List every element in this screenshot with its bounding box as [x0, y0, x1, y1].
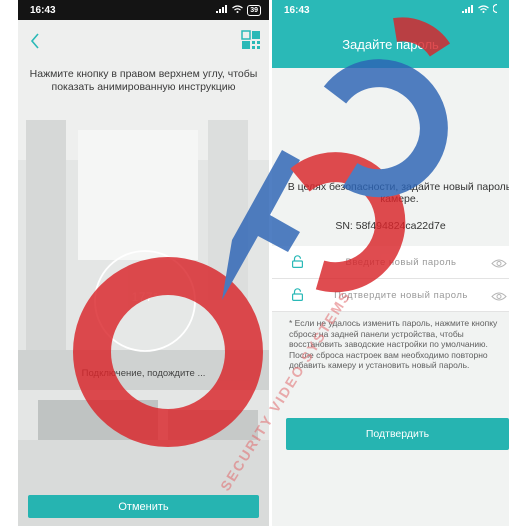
status-bar: 16:43: [272, 0, 509, 20]
progress-number: 177: [131, 290, 154, 304]
eye-icon[interactable]: [491, 289, 507, 301]
battery-icon: [492, 3, 501, 16]
progress-unit: °: [153, 290, 159, 304]
battery-icon: 39: [247, 4, 261, 16]
new-password-row: [272, 246, 509, 279]
lock-icon: [292, 288, 304, 302]
signal-icon: [216, 4, 228, 16]
status-bar: 16:43 39: [18, 0, 269, 20]
set-password-screen: 16:43 Задайте пароль В целях безопасност…: [272, 0, 509, 526]
new-password-input[interactable]: [316, 254, 486, 270]
reset-note: * Если не удалось изменить пароль, нажми…: [289, 318, 498, 370]
signal-icon: [462, 4, 474, 16]
wifi-icon: [478, 4, 489, 16]
eye-icon[interactable]: [491, 256, 507, 268]
status-time: 16:43: [30, 4, 56, 16]
cancel-button[interactable]: Отменить: [28, 495, 259, 518]
wifi-icon: [232, 4, 244, 16]
security-intro-text: В целях безопасности, задайте новый паро…: [287, 181, 509, 205]
connecting-screen: 16:43 39 Нажмите кнопку в правом верхнем…: [18, 0, 269, 526]
page-title: Задайте пароль: [342, 36, 439, 52]
lock-icon: [292, 255, 304, 269]
serial-number: SN: 58f494824ca22d7e: [335, 220, 446, 232]
connecting-status: Подключение, подождите ...: [81, 368, 206, 379]
chevron-left-icon[interactable]: [26, 30, 44, 52]
qr-guide-icon[interactable]: [241, 30, 261, 50]
confirm-password-input[interactable]: [316, 287, 486, 303]
progress-countdown: 177°: [92, 290, 198, 304]
confirm-button[interactable]: Подтвердить: [286, 418, 509, 450]
animated-guide-hint: Нажмите кнопку в правом верхнем углу, чт…: [29, 68, 258, 93]
status-time: 16:43: [284, 4, 310, 16]
page-title-bar: Задайте пароль: [272, 20, 509, 68]
confirm-password-row: [272, 279, 509, 312]
